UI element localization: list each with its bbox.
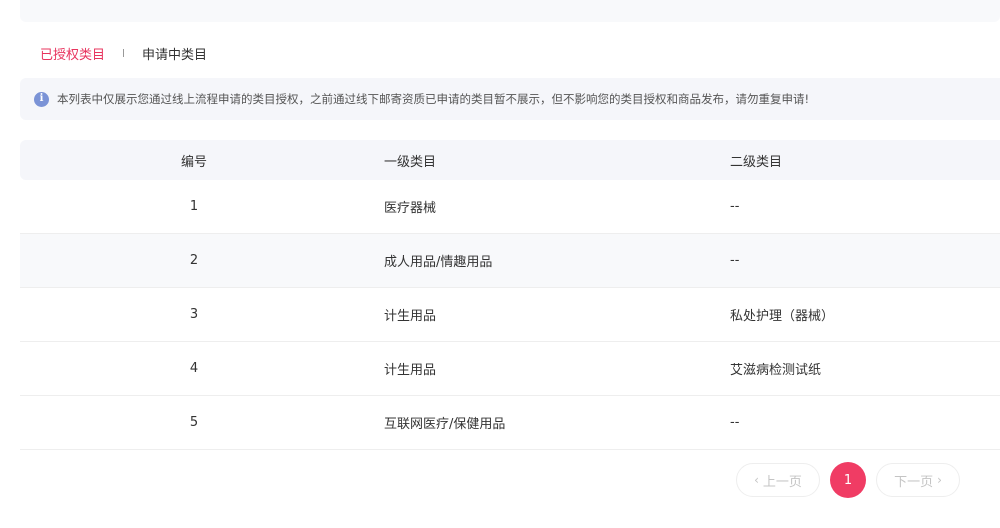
notice-banner: i 本列表中仅展示您通过线上流程申请的类目授权，之前通过线下邮寄资质已申请的类目… xyxy=(20,78,1000,120)
prev-page-label: 上一页 xyxy=(762,474,802,490)
table-row: 1 医疗器械 -- xyxy=(20,180,1000,234)
page-number-current[interactable]: 1 xyxy=(830,462,866,498)
category-table: 编号 一级类目 二级类目 1 医疗器械 -- 2 成人用品/情趣用品 -- 3 … xyxy=(20,140,1000,450)
next-page-label: 下一页 xyxy=(894,474,934,490)
notice-text: 本列表中仅展示您通过线上流程申请的类目授权，之前通过线下邮寄资质已申请的类目暂不… xyxy=(57,92,810,106)
row-level2-category: 私处护理（器械） xyxy=(730,309,835,324)
tab-pending-categories[interactable]: 申请中类目 xyxy=(142,44,207,63)
header-number: 编号 xyxy=(180,154,207,170)
tab-authorized-categories[interactable]: 已授权类目 xyxy=(40,44,105,63)
header-level1-category: 一级类目 xyxy=(384,154,437,170)
row-number: 3 xyxy=(189,307,199,322)
row-number: 2 xyxy=(189,253,199,268)
pagination: ‹ 上一页 1 下一页 › xyxy=(736,462,960,498)
table-row: 4 计生用品 艾滋病检测试纸 xyxy=(20,342,1000,396)
row-number: 4 xyxy=(189,361,199,376)
category-tabs: 已授权类目 申请中类目 xyxy=(40,42,207,64)
table-row: 2 成人用品/情趣用品 -- xyxy=(20,234,1000,288)
row-level2-category: -- xyxy=(730,415,740,430)
row-level1-category: 计生用品 xyxy=(384,309,437,324)
chevron-left-icon: ‹ xyxy=(754,473,759,487)
next-page-button[interactable]: 下一页 › xyxy=(876,463,960,497)
row-level1-category: 互联网医疗/保健用品 xyxy=(384,417,506,432)
top-panel xyxy=(20,0,1000,22)
info-icon: i xyxy=(34,91,49,107)
row-number: 1 xyxy=(189,199,199,214)
header-level2-category: 二级类目 xyxy=(730,154,783,170)
row-level2-category: 艾滋病检测试纸 xyxy=(730,363,822,378)
row-number: 5 xyxy=(189,415,199,430)
row-level1-category: 医疗器械 xyxy=(384,201,437,216)
prev-page-button[interactable]: ‹ 上一页 xyxy=(736,463,820,497)
row-level2-category: -- xyxy=(730,253,740,268)
table-header: 编号 一级类目 二级类目 xyxy=(20,140,1000,180)
row-level2-category: -- xyxy=(730,199,740,214)
tab-divider xyxy=(123,49,125,57)
chevron-right-icon: › xyxy=(937,473,942,487)
table-row: 5 互联网医疗/保健用品 -- xyxy=(20,396,1000,450)
row-level1-category: 计生用品 xyxy=(384,363,437,378)
row-level1-category: 成人用品/情趣用品 xyxy=(384,255,493,270)
table-row: 3 计生用品 私处护理（器械） xyxy=(20,288,1000,342)
